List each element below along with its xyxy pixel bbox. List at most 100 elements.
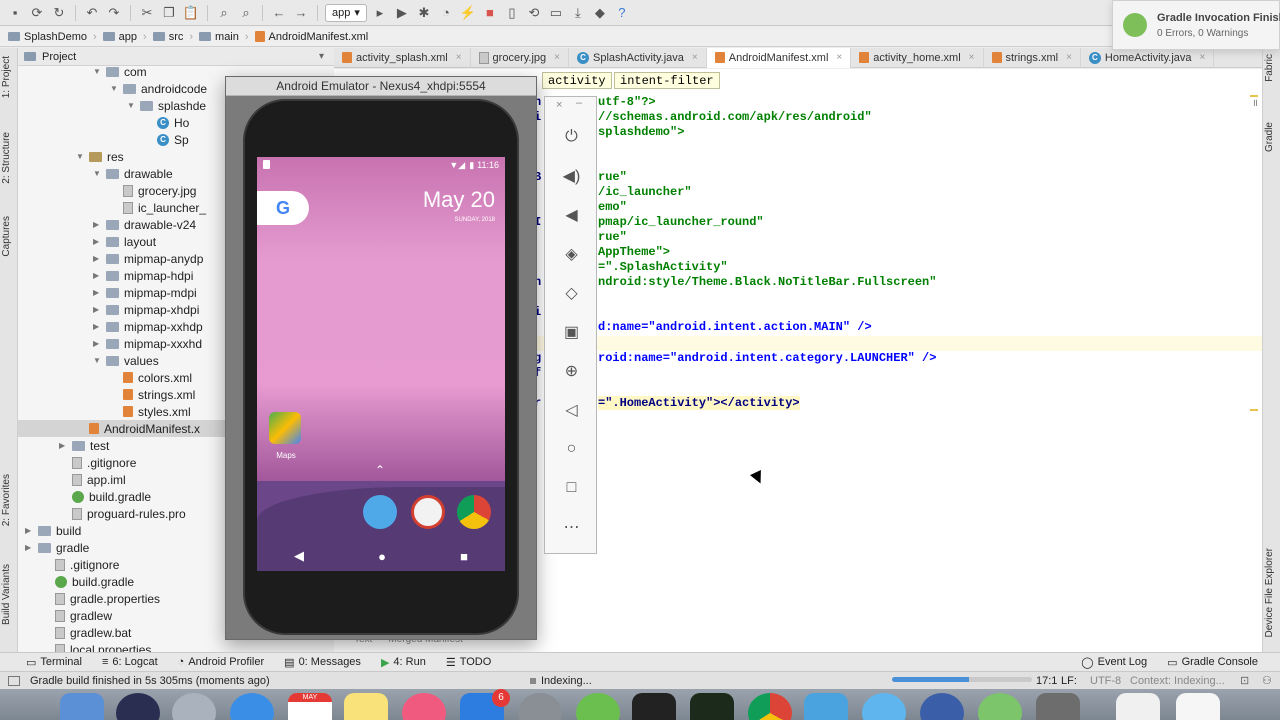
maps-app-icon[interactable] bbox=[269, 412, 301, 444]
code-line[interactable]: rue" bbox=[598, 170, 627, 184]
date-widget[interactable]: May 20 bbox=[423, 187, 495, 213]
nav-back-icon[interactable]: ◀ bbox=[294, 548, 304, 564]
code-line[interactable]: d:name="android.intent.action.MAIN" /> bbox=[598, 320, 872, 334]
bottom-tool-button[interactable]: ☰ TODO bbox=[436, 656, 501, 669]
launchpad-icon[interactable] bbox=[172, 693, 216, 720]
forward-icon[interactable]: → bbox=[292, 4, 310, 22]
xcode-icon[interactable] bbox=[804, 693, 848, 720]
run-config-select[interactable]: app ▾ bbox=[325, 3, 367, 22]
tree-row[interactable]: ▶ layout bbox=[93, 233, 156, 250]
run-icon[interactable]: ▶ bbox=[393, 4, 411, 22]
tree-row[interactable]: ▼ androidcode bbox=[110, 80, 207, 97]
tree-row[interactable]: strings.xml bbox=[110, 386, 195, 403]
tree-row[interactable]: ▼ splashde bbox=[127, 97, 206, 114]
siri-icon[interactable] bbox=[116, 693, 160, 720]
copy-icon[interactable]: ❐ bbox=[160, 4, 178, 22]
editor-tab[interactable]: activity_splash.xml × bbox=[334, 47, 471, 68]
collapsed-arrow-icon[interactable]: ▶ bbox=[93, 288, 101, 297]
notes-icon[interactable] bbox=[344, 693, 388, 720]
editor-tab[interactable]: C HomeActivity.java × bbox=[1081, 47, 1215, 68]
tree-row[interactable]: build.gradle bbox=[42, 573, 134, 590]
close-tab-icon[interactable]: × bbox=[692, 52, 698, 63]
tree-row[interactable]: local.properties bbox=[42, 641, 151, 652]
breadcrumb-item[interactable]: AndroidManifest.xml bbox=[253, 31, 375, 43]
google-search-widget[interactable]: G bbox=[257, 191, 309, 225]
replace-icon[interactable]: ⌕ bbox=[237, 4, 255, 22]
context-status[interactable]: Context: Indexing... bbox=[1130, 675, 1225, 687]
tree-row[interactable]: ▶ mipmap-anydp bbox=[93, 250, 203, 267]
nav-overview-icon[interactable]: ■ bbox=[460, 549, 468, 564]
sync-icon[interactable]: ⟳ bbox=[28, 4, 46, 22]
code-line[interactable]: /ic_launcher" bbox=[598, 185, 692, 199]
document-icon[interactable] bbox=[1116, 693, 1160, 720]
tree-row[interactable]: ▼ res bbox=[76, 148, 124, 165]
more-icon[interactable]: ⋯ bbox=[545, 515, 598, 539]
tree-row[interactable]: ▼ values bbox=[93, 352, 159, 369]
debug-icon[interactable]: ✱ bbox=[415, 4, 433, 22]
refresh-icon[interactable]: ↻ bbox=[50, 4, 68, 22]
tree-row[interactable]: .gitignore bbox=[42, 556, 119, 573]
project-structure-icon[interactable]: ▭ bbox=[547, 4, 565, 22]
tab-favorites[interactable]: 2: Favorites bbox=[1, 474, 12, 526]
line-separator[interactable]: LF: bbox=[1061, 675, 1077, 687]
app-icon[interactable] bbox=[920, 693, 964, 720]
help-icon[interactable]: ? bbox=[613, 4, 631, 22]
tree-row[interactable]: ▶ build bbox=[25, 522, 81, 539]
close-tab-icon[interactable]: × bbox=[836, 52, 842, 63]
rotate-left-icon[interactable]: ◈ bbox=[545, 242, 598, 266]
volume-down-icon[interactable]: ◀ bbox=[545, 203, 598, 227]
stop-icon[interactable]: ■ bbox=[481, 4, 499, 22]
avd-manager-icon[interactable]: ▯ bbox=[503, 4, 521, 22]
code-line[interactable]: roid:name="android.intent.category.LAUNC… bbox=[598, 351, 936, 365]
phone-screen[interactable]: ▼◢ ▮ 11:16 G May 20 SUNDAY, 2018 Maps ⌃ … bbox=[257, 157, 505, 571]
tab-captures[interactable]: Captures bbox=[1, 216, 12, 257]
tree-row[interactable]: .gitignore bbox=[59, 454, 136, 471]
gradle-notification[interactable]: Gradle Invocation Finish 0 Errors, 0 War… bbox=[1112, 0, 1280, 50]
code-line[interactable]: =".HomeActivity"></activity> bbox=[598, 396, 800, 410]
tree-row[interactable]: gradlew.bat bbox=[42, 624, 131, 641]
collapsed-arrow-icon[interactable]: ▶ bbox=[93, 305, 101, 314]
collapsed-arrow-icon[interactable]: ▶ bbox=[93, 322, 101, 331]
app-icon[interactable] bbox=[1036, 693, 1080, 720]
inspector-icon[interactable]: ⚇ bbox=[1262, 674, 1272, 687]
tree-row[interactable]: ▶ mipmap-xxhdp bbox=[93, 318, 203, 335]
collapsed-arrow-icon[interactable]: ▶ bbox=[59, 441, 67, 450]
android-studio-icon[interactable] bbox=[978, 693, 1022, 720]
code-line[interactable]: rue" bbox=[598, 230, 627, 244]
rotate-right-icon[interactable]: ◇ bbox=[545, 281, 598, 305]
chrome-icon[interactable] bbox=[748, 693, 792, 720]
expanded-arrow-icon[interactable]: ▼ bbox=[93, 169, 101, 178]
tree-row[interactable]: C Ho bbox=[144, 114, 189, 131]
tree-row[interactable]: ▶ mipmap-xhdpi bbox=[93, 301, 199, 318]
editor-tab[interactable]: strings.xml × bbox=[984, 47, 1081, 68]
document-icon[interactable] bbox=[1176, 693, 1220, 720]
bottom-tool-button[interactable]: ▤ 0: Messages bbox=[274, 656, 371, 669]
home-icon[interactable]: ○ bbox=[545, 437, 598, 461]
tree-row[interactable]: ▶ gradle bbox=[25, 539, 89, 556]
apply-changes-icon[interactable]: ⚡ bbox=[459, 4, 477, 22]
bottom-tool-button[interactable]: ▭ Gradle Console bbox=[1157, 656, 1268, 669]
collapsed-arrow-icon[interactable]: ▶ bbox=[93, 254, 101, 263]
tree-row[interactable]: ▶ test bbox=[59, 437, 109, 454]
project-panel-header[interactable]: Project ▾ bbox=[18, 48, 334, 66]
tree-row[interactable]: proguard-rules.pro bbox=[59, 505, 186, 522]
android-studio-dock-icon[interactable] bbox=[576, 693, 620, 720]
window-toggle-icon[interactable] bbox=[8, 675, 20, 686]
collapsed-arrow-icon[interactable]: ▶ bbox=[25, 543, 33, 552]
code-line[interactable]: pmap/ic_launcher_round" bbox=[598, 215, 764, 229]
editor-tab[interactable]: C SplashActivity.java × bbox=[569, 47, 707, 68]
redo-icon[interactable]: ↷ bbox=[105, 4, 123, 22]
undo-icon[interactable]: ↶ bbox=[83, 4, 101, 22]
minimize-icon[interactable]: – bbox=[576, 97, 582, 109]
code-line[interactable]: AppTheme"> bbox=[598, 245, 670, 259]
tree-row[interactable]: ▼ drawable bbox=[93, 165, 173, 182]
tab-project[interactable]: 1: Project bbox=[1, 56, 12, 98]
close-tab-icon[interactable]: × bbox=[969, 52, 975, 63]
build-icon[interactable]: ▸ bbox=[371, 4, 389, 22]
code-line[interactable]: emo" bbox=[598, 200, 627, 214]
collapsed-arrow-icon[interactable]: ▶ bbox=[93, 271, 101, 280]
screenshot-icon[interactable]: ▣ bbox=[545, 320, 598, 344]
tree-row[interactable]: ▼ com bbox=[93, 66, 147, 80]
emulator-title[interactable]: Android Emulator - Nexus4_xhdpi:5554 bbox=[226, 77, 536, 96]
indexing-status[interactable]: Indexing... bbox=[541, 675, 592, 687]
